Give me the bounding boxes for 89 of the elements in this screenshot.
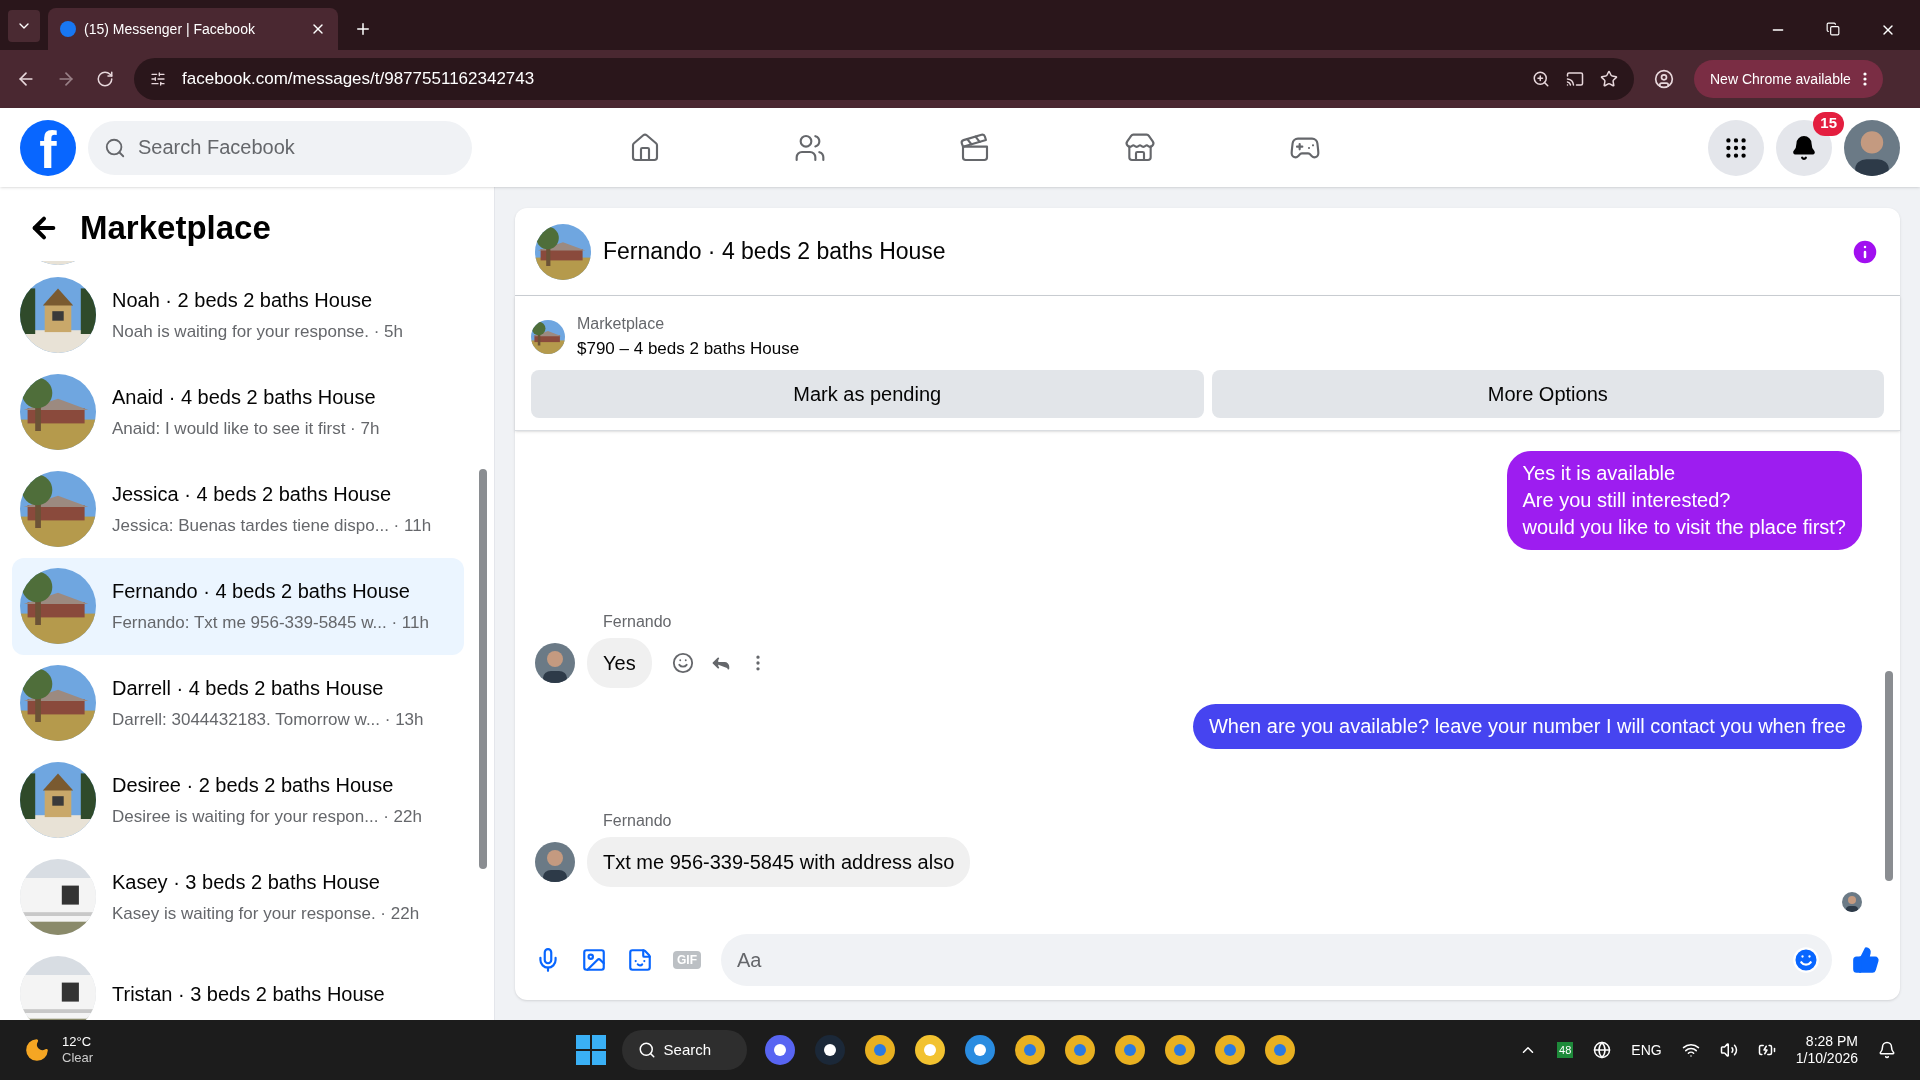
conversation-title: Jessica · 4 beds 2 baths House	[112, 482, 393, 508]
profile-icon[interactable]	[1654, 69, 1674, 89]
outgoing-message: When are you available? leave your number I will contact you when free	[1193, 703, 1862, 749]
app-icon[interactable]	[1012, 1033, 1047, 1067]
avatar	[535, 642, 575, 683]
site-settings-icon[interactable]	[150, 71, 166, 87]
app-icon[interactable]	[762, 1033, 797, 1067]
conversation-preview: Anaid: I would like to see it first · 7h	[112, 418, 380, 441]
conversation-preview: Noah is waiting for your response. · 5h	[112, 321, 404, 344]
app-icon[interactable]	[862, 1033, 897, 1067]
conversation-preview: Desiree is waiting for your respon... · 22h	[112, 806, 422, 829]
app-icon[interactable]	[1212, 1033, 1247, 1067]
language-indicator[interactable]: ENG	[1631, 1039, 1662, 1061]
app-icon[interactable]	[1062, 1033, 1097, 1067]
chat-title: Fernando · 4 beds 2 baths House	[603, 237, 947, 267]
globe-icon[interactable]	[1593, 1041, 1612, 1059]
avatar	[1842, 892, 1862, 912]
start-icon[interactable]	[575, 1035, 606, 1065]
conversation-title: Darrell · 4 beds 2 baths House	[112, 676, 385, 702]
sticker-icon[interactable]	[627, 947, 653, 973]
address-bar[interactable]: facebook.com/messages/t/9877551162342743	[134, 58, 1634, 100]
restore-icon[interactable]	[1826, 22, 1840, 36]
url-text: facebook.com/messages/t/9877551162342743	[182, 68, 536, 91]
conversation-item[interactable]: Darrell · 4 beds 2 baths House Darrell: 3044432183. Tomorrow w... · 13h	[12, 654, 464, 752]
update-button[interactable]: New Chrome available	[1694, 60, 1883, 98]
tab-list-button[interactable]	[8, 10, 40, 42]
temperature: 12°C	[62, 1033, 93, 1050]
conversation-title: Fernando · 4 beds 2 baths House	[112, 579, 411, 605]
conversation-item[interactable]: Jessica · 4 beds 2 baths House Jessica: Buenas tardes tiene dispo... · 11h	[12, 460, 464, 558]
notification-badge: 15	[1813, 111, 1844, 136]
tray-badge[interactable]: 48	[1557, 1041, 1574, 1059]
conversation-item[interactable]: Desiree · 2 beds 2 baths House Desiree is waiting for your respon... · 22h	[12, 751, 464, 849]
sender-name: Fernando	[603, 611, 673, 632]
action-button[interactable]: More Options	[1211, 369, 1884, 418]
app-icon[interactable]	[1162, 1033, 1197, 1067]
listing-title: $790 – 4 beds 2 baths House	[577, 338, 800, 360]
outgoing-message: Yes it is available Are you still interested? would you like to visit the place first?	[1506, 450, 1862, 550]
search-icon	[637, 1041, 656, 1059]
browser-tab[interactable]: (15) Messenger | Facebook	[48, 8, 338, 50]
app-icon[interactable]	[962, 1033, 997, 1067]
photo-icon[interactable]	[581, 947, 607, 973]
install-icon[interactable]	[1566, 70, 1584, 88]
conversation-item[interactable]: Fernando · 4 beds 2 baths House Fernando: Txt me 956-339-5845 w... · 11h	[12, 557, 464, 655]
zoom-icon[interactable]	[1532, 70, 1550, 88]
tab-title: (15) Messenger | Facebook	[84, 19, 256, 39]
conversation-title: Desiree · 2 beds 2 baths House	[112, 773, 395, 799]
weather-icon	[24, 1037, 50, 1063]
incoming-message: Txt me 956-339-5845 with address also	[587, 836, 971, 887]
conversation-preview: Jessica: Buenas tardes tiene dispo... · 11h	[112, 515, 432, 538]
volume-icon[interactable]	[1719, 1041, 1738, 1059]
action-button[interactable]: Mark as pending	[531, 369, 1204, 418]
app-icon[interactable]	[912, 1033, 947, 1067]
conversation-item[interactable]: Noah · 2 beds 2 baths House Noah is waiting for your response. · 5h	[12, 266, 464, 364]
conversation-preview: Darrell: 3044432183. Tomorrow w... · 13h	[112, 709, 424, 732]
weather-condition: Clear	[62, 1050, 94, 1067]
avatar	[535, 841, 575, 882]
taskbar-search-label: Search	[663, 1039, 712, 1060]
app-icon[interactable]	[1112, 1033, 1147, 1067]
listing-label: Marketplace	[577, 314, 666, 334]
conversation-preview: Fernando: Txt me 956-339-5845 w... · 11h	[112, 612, 429, 635]
react-icon[interactable]	[671, 651, 694, 674]
tab-favicon-icon	[60, 21, 76, 37]
notification-icon[interactable]	[1878, 1041, 1896, 1059]
message-field[interactable]: Aa	[721, 934, 1832, 986]
incoming-message: Yes	[587, 637, 652, 688]
conversation-title: Noah · 2 beds 2 baths House	[112, 288, 374, 314]
conversation-preview: Kasey is waiting for your response. · 22h	[112, 903, 420, 926]
conversation-title: Anaid · 4 beds 2 baths House	[112, 385, 377, 411]
reload-icon[interactable]	[96, 70, 114, 88]
conversation-item[interactable]: Anaid · 4 beds 2 baths House Anaid: I would like to see it first · 7h	[12, 363, 464, 461]
new-tab-icon[interactable]	[354, 20, 372, 38]
sidebar-title: Marketplace	[80, 208, 271, 248]
app-icon[interactable]	[812, 1033, 847, 1067]
app-icon[interactable]	[1262, 1033, 1297, 1067]
bell-icon	[1791, 134, 1817, 161]
clock-date[interactable]: 1/10/2026	[1795, 1050, 1858, 1068]
like-icon[interactable]	[1852, 946, 1880, 974]
conversation-title: Tristan · 3 beds 2 baths House	[112, 982, 385, 1007]
wifi-icon[interactable]	[1681, 1041, 1700, 1059]
bookmark-icon[interactable]	[1600, 70, 1618, 88]
search-field[interactable]: Search Facebook	[88, 120, 472, 175]
logo[interactable]: f	[20, 119, 76, 176]
conversation-title: Kasey · 3 beds 2 baths House	[112, 870, 381, 896]
conversation-item[interactable]: Kasey · 3 beds 2 baths House Kasey is waiting for your response. · 22h	[12, 848, 464, 946]
taskbar-search[interactable]: Search	[621, 1030, 747, 1070]
clock-time[interactable]: 8:28 PM	[1805, 1032, 1858, 1050]
search-icon	[104, 136, 126, 159]
more-icon	[1862, 72, 1867, 86]
sender-name: Fernando	[603, 810, 673, 831]
